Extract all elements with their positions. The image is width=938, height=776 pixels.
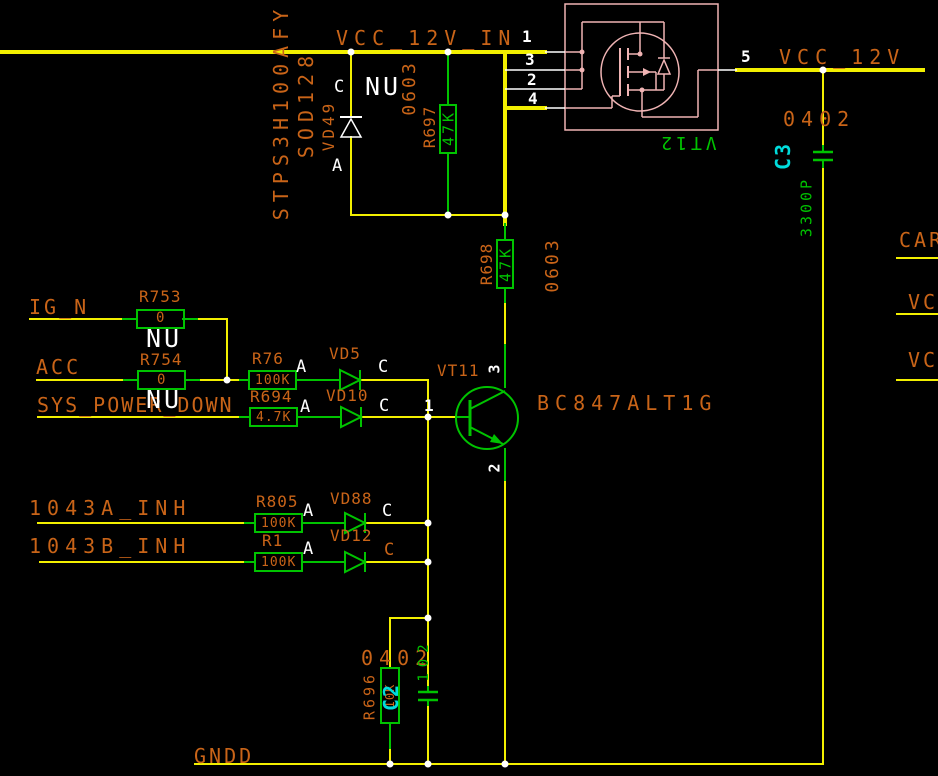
anode-label-vd49: A [332, 158, 342, 175]
package-r698: 0603 [544, 237, 562, 292]
refdes-r754[interactable]: R754 [140, 352, 183, 368]
capacitor-c3[interactable] [813, 152, 833, 160]
anode-label-vd10: A [300, 399, 310, 416]
refdes-vd10[interactable]: VD10 [326, 388, 369, 404]
net-label-edge-3[interactable]: VC [908, 350, 938, 370]
part-vd49: STPS3H100AFY [271, 4, 291, 221]
net-label-acc[interactable]: ACC [36, 357, 81, 377]
schematic-canvas: VCC_12V_IN VCC_12V 1 3 2 4 5 VT12 STPS3H… [0, 0, 938, 776]
schematic-page: { "nets": { "vcc_12v_in": "VCC_12V_IN", … [0, 0, 938, 776]
anode-label-vd12: A [303, 541, 313, 558]
power-wires[interactable] [0, 52, 923, 224]
anode-label-vd5: A [296, 359, 306, 376]
refdes-r1[interactable]: R1 [262, 533, 283, 549]
net-label-1043b-inh[interactable]: 1043B_INH [29, 536, 191, 556]
part-vt11: BC847ALT1G [537, 393, 717, 413]
refdes-c2[interactable]: C2 [381, 683, 401, 711]
pin-number-vt12-3: 3 [525, 52, 535, 68]
net-label-vcc-12v[interactable]: VCC_12V [779, 47, 905, 67]
body-arrow [643, 68, 651, 76]
value-r698: 47K [499, 246, 514, 282]
net-label-sys-power-down[interactable]: SYS_POWER_DOWN [37, 395, 234, 415]
value-r1: 100K [261, 556, 296, 569]
emitter-arrow [490, 434, 503, 444]
net-label-vcc-12v-in[interactable]: VCC_12V_IN [336, 28, 516, 48]
refdes-r697[interactable]: R697 [422, 106, 438, 149]
refdes-vt11[interactable]: VT11 [437, 363, 480, 379]
cathode-label-vd88: C [382, 503, 392, 520]
refdes-r753[interactable]: R753 [139, 289, 182, 305]
pin-number-vt12-5: 5 [741, 49, 751, 65]
refdes-c3[interactable]: C3 [773, 142, 793, 170]
refdes-r696[interactable]: R696 [363, 672, 378, 720]
refdes-r76[interactable]: R76 [252, 351, 284, 367]
nu-flag-r753: NU [146, 326, 182, 351]
value-r753: 0 [156, 311, 164, 325]
pin-number-vt12-1: 1 [522, 29, 532, 45]
net-label-gndd[interactable]: GNDD [194, 746, 254, 766]
nu-flag-vd49: NU [365, 74, 401, 99]
value-r694: 4.7K [256, 411, 291, 424]
refdes-vd5[interactable]: VD5 [329, 346, 361, 362]
value-r697: 47K [442, 110, 457, 146]
mosfet-junction-dots [580, 50, 645, 93]
pin-number-vt12-4: 4 [528, 91, 538, 107]
nu-flag-r754: NU [146, 387, 182, 412]
value-c3: 3300P [800, 177, 815, 237]
cathode-label-vd5: C [378, 359, 388, 376]
net-label-ig-n[interactable]: IG_N [29, 297, 89, 317]
diode-vd49[interactable] [340, 117, 362, 137]
pin-number-vt11-3: 3 [488, 364, 503, 373]
pin-number-vt11-2: 2 [488, 463, 503, 472]
package-vd49: SOD128 [296, 50, 316, 158]
refdes-vt12[interactable]: VT12 [657, 133, 716, 151]
refdes-r698[interactable]: R698 [479, 243, 495, 286]
net-label-edge-1[interactable]: CAR [899, 230, 938, 250]
capacitor-c2[interactable] [418, 692, 438, 700]
anode-label-vd88: A [303, 503, 313, 520]
pin-number-vt11-1: 1 [424, 398, 434, 414]
net-label-1043a-inh[interactable]: 1043A_INH [29, 498, 191, 518]
refdes-vd49[interactable]: VD49 [321, 101, 337, 152]
cathode-label-vd49: C [334, 79, 344, 96]
value-r805: 100K [261, 517, 296, 530]
value-r76: 100K [255, 374, 290, 387]
diode-vd10[interactable] [341, 407, 361, 427]
net-label-edge-2[interactable]: VC [908, 292, 938, 312]
refdes-r805[interactable]: R805 [256, 494, 299, 510]
refdes-vd12[interactable]: VD12 [330, 528, 373, 544]
value-c2: 102 [417, 638, 431, 681]
package-c3: 0402 [783, 109, 855, 129]
refdes-vd88[interactable]: VD88 [330, 491, 373, 507]
refdes-r694[interactable]: R694 [250, 389, 293, 405]
cathode-label-vd10: C [379, 398, 389, 415]
cathode-label-vd12: C [384, 542, 394, 559]
mosfet-vt12[interactable] [565, 4, 718, 130]
diode-vd12[interactable] [345, 552, 365, 572]
pin-number-vt12-2: 2 [527, 72, 537, 88]
package-r697: 0603 [401, 60, 419, 115]
